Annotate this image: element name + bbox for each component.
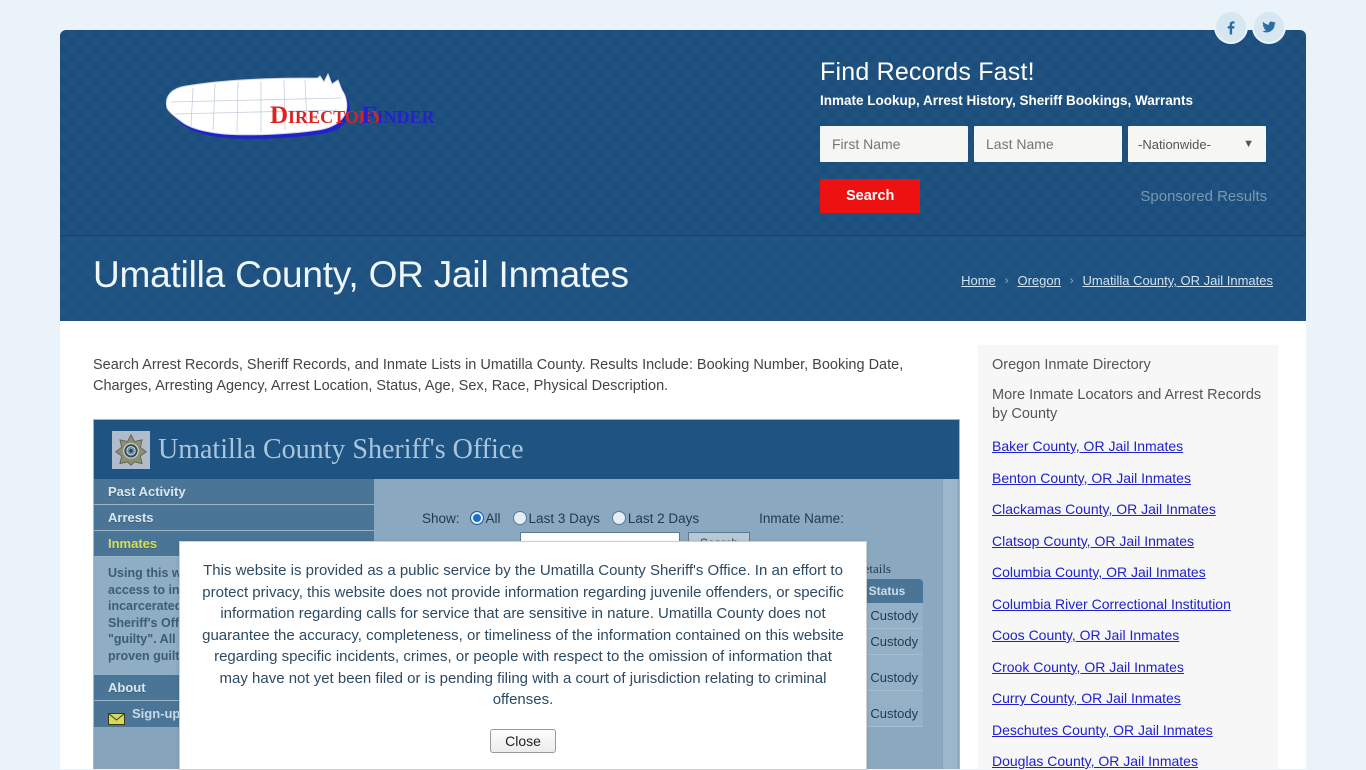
envelope-icon (108, 708, 125, 725)
sidebar-link-crook[interactable]: Crook County, OR Jail Inmates (992, 659, 1264, 675)
nav-item-past-activity[interactable]: Past Activity (94, 479, 374, 505)
state-select[interactable]: -Nationwide- (1128, 126, 1266, 162)
breadcrumb-item-oregon[interactable]: Oregon (1017, 273, 1060, 288)
radio-option-all[interactable]: All (469, 511, 501, 526)
first-name-input[interactable] (820, 126, 968, 162)
close-button[interactable]: Close (490, 728, 556, 753)
social-links (1216, 12, 1284, 42)
sidebar-link-clatsop[interactable]: Clatsop County, OR Jail Inmates (992, 533, 1264, 549)
twitter-icon[interactable] (1254, 12, 1284, 42)
signup-label: Sign-up (132, 706, 181, 721)
radio-option-last-3-days[interactable]: Last 3 Days (512, 511, 600, 526)
breadcrumb-item-current[interactable]: Umatilla County, OR Jail Inmates (1083, 273, 1274, 288)
sidebar-link-baker[interactable]: Baker County, OR Jail Inmates (992, 438, 1264, 454)
records-search-form: -Nationwide- ▼ (820, 126, 1290, 162)
promo-action-row: Search Sponsored Results (820, 179, 1290, 213)
search-button[interactable]: Search (820, 179, 921, 213)
radio-last3-icon[interactable] (512, 511, 527, 525)
breadcrumb-separator-icon: › (1069, 274, 1074, 287)
sidebar-heading: Oregon Inmate Directory (992, 357, 1151, 373)
sidebar-link-columbia-river[interactable]: Columbia River Correctional Institution (992, 596, 1264, 612)
page-title-bar: Umatilla County, OR Jail Inmates Home › … (60, 236, 1306, 321)
disclaimer-modal-text: This website is provided as a public ser… (202, 562, 844, 708)
page-title: Umatilla County, OR Jail Inmates (93, 254, 629, 295)
site-header: Directory Finder Find Records Fast! Inma… (60, 30, 1306, 236)
breadcrumb-item-home[interactable]: Home (961, 273, 996, 288)
disclaimer-modal: This website is provided as a public ser… (179, 541, 867, 770)
show-label: Show: (422, 511, 460, 526)
inmate-name-label: Inmate Name: (759, 511, 844, 526)
radio-all-label: All (485, 511, 501, 526)
sheriff-badge-icon (112, 430, 150, 469)
embed-scrollbar[interactable] (942, 479, 957, 769)
promo-title: Find Records Fast! (820, 58, 1035, 86)
sheriff-office-title: Umatilla County Sheriff's Office (158, 433, 524, 465)
sidebar-subheading: More Inmate Locators and Arrest Records … (992, 387, 1262, 422)
sidebar-link-douglas[interactable]: Douglas County, OR Jail Inmates (992, 753, 1264, 769)
sidebar: Oregon Inmate Directory More Inmate Loca… (978, 345, 1278, 769)
breadcrumb-separator-icon: › (1004, 274, 1009, 287)
sponsored-results-label: Sponsored Results (1140, 187, 1268, 205)
last-name-input[interactable] (974, 126, 1122, 162)
site-logo[interactable]: Directory Finder (145, 70, 445, 150)
embed-header: Umatilla County Sheriff's Office (94, 420, 959, 479)
nav-item-arrests[interactable]: Arrests (94, 505, 374, 531)
radio-all-icon[interactable] (469, 511, 484, 525)
modal-actions: Close (202, 728, 844, 753)
state-select-wrapper: -Nationwide- ▼ (1128, 126, 1266, 162)
promo-subtitle: Inmate Lookup, Arrest History, Sheriff B… (820, 93, 1194, 108)
radio-option-last-2-days[interactable]: Last 2 Days (611, 511, 700, 526)
embed-filter-row: Show: All Last 3 Days Last 2 Days Inmate… (374, 479, 959, 526)
sidebar-link-coos[interactable]: Coos County, OR Jail Inmates (992, 627, 1264, 643)
header-search-panel: Find Records Fast! Inmate Lookup, Arrest… (820, 58, 1290, 213)
radio-last2-icon[interactable] (611, 511, 626, 525)
facebook-icon[interactable] (1216, 12, 1246, 42)
sidebar-link-benton[interactable]: Benton County, OR Jail Inmates (992, 470, 1264, 486)
radio-last3-label: Last 3 Days (528, 511, 600, 526)
sidebar-link-deschutes[interactable]: Deschutes County, OR Jail Inmates (992, 722, 1264, 738)
page-root: Directory Finder Find Records Fast! Inma… (0, 0, 1366, 770)
sidebar-link-curry[interactable]: Curry County, OR Jail Inmates (992, 690, 1264, 706)
breadcrumb: Home › Oregon › Umatilla County, OR Jail… (961, 273, 1273, 288)
svg-text:Finder: Finder (361, 102, 435, 129)
sidebar-link-clackamas[interactable]: Clackamas County, OR Jail Inmates (992, 501, 1264, 517)
sidebar-link-columbia[interactable]: Columbia County, OR Jail Inmates (992, 564, 1264, 580)
radio-last2-label: Last 2 Days (627, 511, 700, 526)
intro-paragraph: Search Arrest Records, Sheriff Records, … (93, 357, 904, 394)
